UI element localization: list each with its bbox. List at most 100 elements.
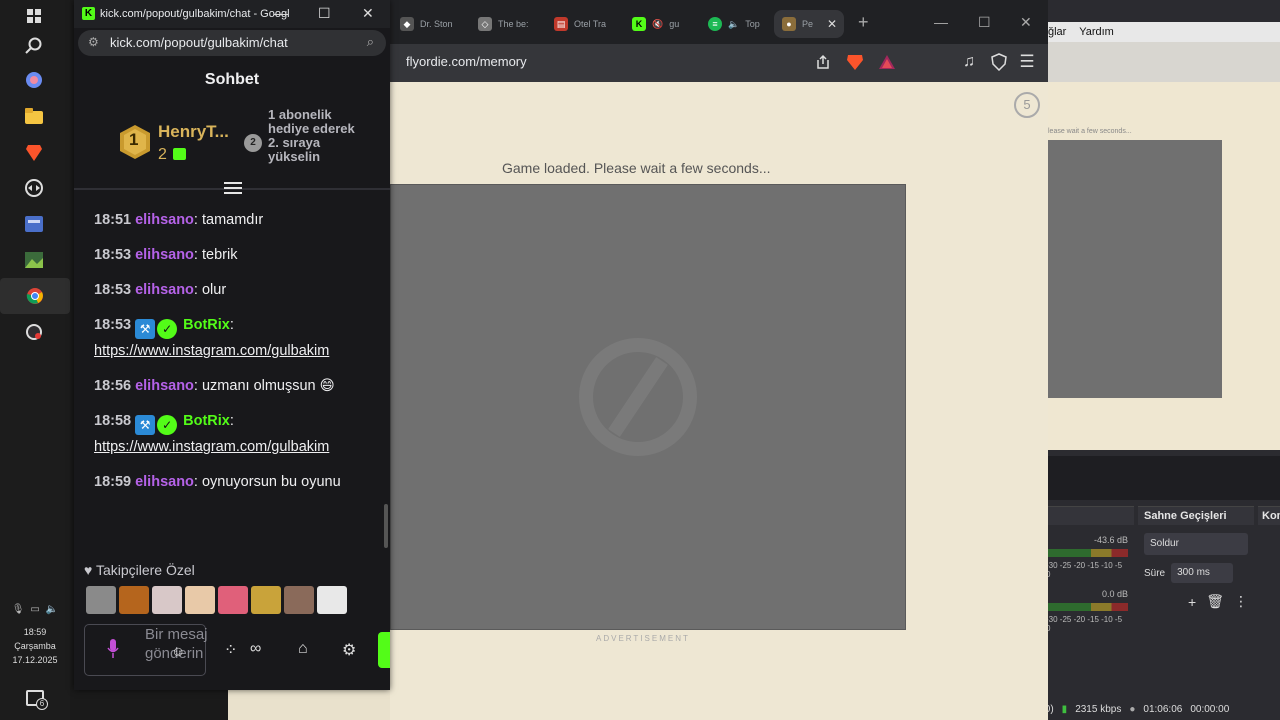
msg-link[interactable]: https://www.instagram.com/gulbakim [94,439,329,455]
chat-window-titlebar: K kick.com/popout/gulbakim/chat - Googl.… [74,0,390,28]
share-icon[interactable] [814,53,832,71]
mute-icon[interactable]: 🔇 [652,19,663,30]
tab-favicon: ◆ [400,17,414,31]
emote-7[interactable] [284,586,314,614]
transition-select[interactable]: Soldur [1144,533,1248,555]
obs-icon[interactable] [22,320,46,344]
msg-user[interactable]: elihsano [135,247,194,263]
minimize-icon[interactable]: — [274,5,288,21]
duration-input[interactable]: 300 ms [1171,563,1234,583]
msg-time: 18:53 [94,247,132,263]
minimize-icon[interactable]: — [934,14,948,30]
tab-2[interactable]: ◇ The be: [470,10,529,38]
search-icon[interactable] [22,34,46,58]
msg-user[interactable]: elihsano [135,378,194,394]
tab-active[interactable]: ● Pe ✕ [774,10,844,38]
trash-icon[interactable]: 🗑 [1206,593,1224,610]
emote-5[interactable] [218,586,248,614]
app-icon[interactable] [22,212,46,236]
bitrate-icon: ▮ [1061,703,1068,715]
msg-user[interactable]: BotRix [183,317,230,333]
image-viewer-icon[interactable] [22,248,46,272]
obs-menu-tools[interactable]: ğlar [1048,26,1066,38]
file-explorer-icon[interactable] [22,104,46,128]
new-tab-icon[interactable]: + [858,12,869,33]
msg-time: 18:53 [94,317,132,333]
msg-user[interactable]: elihsano [135,282,194,298]
bitrate: 2315 kbps [1075,703,1122,715]
site-settings-icon[interactable]: ⚙ [88,35,99,49]
add-icon[interactable]: + [1188,594,1196,610]
close-tab-icon[interactable]: ✕ [827,17,837,31]
emoji-icon[interactable]: ☺ [171,643,185,659]
settings-icon[interactable]: ⚙ [342,640,356,660]
maximize-icon[interactable]: ☐ [978,14,991,31]
volume-icon[interactable]: 🔈 [46,604,58,615]
moderator-badge-icon: ⚒ [135,319,156,339]
emote-6[interactable] [251,586,281,614]
send-button[interactable] [378,632,390,668]
duration-row: Süre 300 ms [1144,563,1248,583]
obs-menu-bar: ğlar Yardım [1040,22,1280,42]
mic-icon[interactable]: 🎙 [12,604,25,615]
close-icon[interactable]: ✕ [1020,14,1032,31]
notification-icon[interactable]: 6 [26,690,48,710]
tab-1[interactable]: ◆ Dr. Ston [392,10,453,38]
menu-icon[interactable]: ☰ [1018,52,1036,71]
brave-rewards-icon[interactable] [878,53,896,71]
chat-message: 18:56 elihsano: uzmanı olmuşsun 😄 [94,378,335,394]
emote-8[interactable] [317,586,347,614]
msg-user[interactable]: BotRix [183,413,230,429]
emote-picker-icon[interactable]: ⁘ [224,640,237,660]
close-icon[interactable]: ✕ [362,5,374,22]
teamviewer-icon[interactable] [22,176,46,200]
obs-menu-help[interactable]: Yardım [1079,26,1114,38]
emote-1[interactable] [86,586,116,614]
chat-url-bar[interactable]: ⚙ kick.com/popout/gulbakim/chat ⌕ [78,30,386,56]
chrome-icon[interactable] [0,278,70,314]
music-icon[interactable]: ♫ [960,53,978,71]
emote-3[interactable] [152,586,182,614]
meter-scale-2: -30 -25 -20 -15 -10 -5 0 [1046,615,1123,633]
msg-time: 18:59 [94,474,132,490]
mic-icon[interactable] [107,639,119,659]
infinity-icon[interactable]: ∞ [250,640,261,658]
zoom-icon[interactable]: ⌕ [367,34,374,50]
msg-user[interactable]: elihsano [135,474,194,490]
tab-4[interactable]: K 🔇 gu [624,10,679,38]
top-gifter-name[interactable]: HenryT... [158,122,229,142]
brave-shield-icon[interactable] [846,53,864,71]
maximize-icon[interactable]: ☐ [318,5,331,22]
collapse-icon[interactable] [224,182,242,196]
speaker-icon[interactable]: 🔈 [728,19,739,30]
tab-3[interactable]: ▤ Otel Tra [546,10,606,38]
page-badge[interactable]: 5 [1014,92,1040,118]
store-icon[interactable]: ⌂ [298,640,308,658]
chat-scrollbar[interactable] [384,504,388,548]
game-canvas[interactable] [390,184,906,630]
windows-start-icon[interactable] [22,4,46,28]
leaderboard-cta: 1 abonelik hediye ederek 2. sıraya yükse… [268,107,355,164]
msg-user[interactable]: elihsano [135,212,194,228]
controls-title: Kon [1258,507,1280,525]
copilot-icon[interactable] [22,68,46,92]
spotify-icon: ≡ [708,17,722,31]
emote-row [86,586,347,614]
vpn-icon[interactable] [990,53,1008,71]
tab-favicon: ● [782,17,796,31]
tab-favicon: ▤ [554,17,568,31]
clock[interactable]: 18:59 Çarşamba 17.12.2025 [0,625,70,667]
msg-link[interactable]: https://www.instagram.com/gulbakim [94,343,329,359]
msg-time: 18:53 [94,282,132,298]
chat-input[interactable]: Bir mesaj gönderin ☺ [84,624,208,676]
network-icon[interactable]: ▭ [30,604,39,615]
tab-5[interactable]: ≡ 🔈 Top [700,10,760,38]
url-field[interactable]: flyordie.com/memory [406,54,527,69]
tab-title: Dr. Ston [420,19,453,29]
emote-2[interactable] [119,586,149,614]
transitions-title: Sahne Geçişleri [1138,507,1254,525]
system-tray: 🎙 ▭ 🔈 18:59 Çarşamba 17.12.2025 [0,604,70,667]
emote-4[interactable] [185,586,215,614]
brave-icon[interactable] [22,140,46,164]
more-icon[interactable]: ⋮ [1234,593,1248,610]
